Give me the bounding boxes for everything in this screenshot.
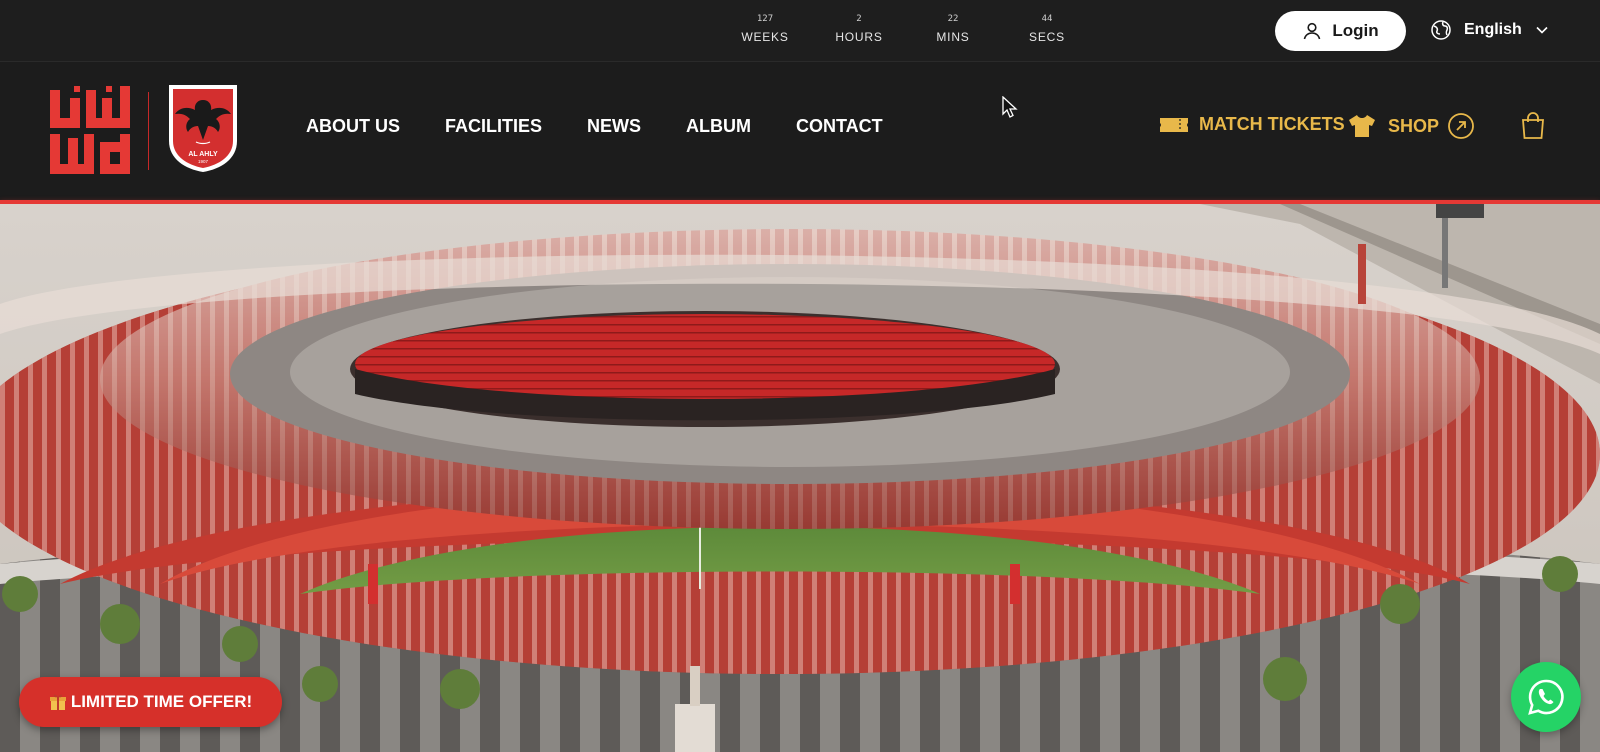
countdown-hours-value: 2 <box>856 14 862 24</box>
nav-item-news[interactable]: NEWS <box>587 116 641 137</box>
stadium-render <box>0 204 1600 752</box>
countdown-secs-label: SECS <box>1029 30 1065 44</box>
match-tickets-label: MATCH TICKETS <box>1199 114 1345 134</box>
login-label: Login <box>1332 21 1379 40</box>
arabic-wordmark-logo[interactable] <box>48 84 132 176</box>
whatsapp-icon <box>1528 679 1564 715</box>
main-nav: ABOUT US FACILITIES NEWS ALBUM CONTACT <box>306 116 928 137</box>
shopping-bag-button[interactable] <box>1520 112 1546 145</box>
shopping-bag-icon <box>1522 112 1544 139</box>
crest-text: AL AHLY <box>188 151 218 158</box>
countdown-hours: 2 HOURS <box>814 14 904 44</box>
user-icon <box>1304 22 1321 40</box>
countdown-weeks: 127 WEEKS <box>720 14 810 44</box>
top-bar: 127 WEEKS 2 HOURS 22 MINS 44 SECS Login … <box>0 0 1600 62</box>
limited-time-offer-button[interactable]: LIMITED TIME OFFER! <box>19 677 282 727</box>
countdown-secs-value: 44 <box>1041 14 1053 24</box>
shop-link[interactable]: SHOP <box>1348 112 1475 140</box>
external-arrow-icon <box>1448 113 1474 139</box>
hero-stadium-image <box>0 204 1600 752</box>
whatsapp-chat-button[interactable] <box>1511 662 1581 732</box>
ticket-icon <box>1160 117 1188 132</box>
chevron-down-icon <box>1536 26 1548 34</box>
limited-time-offer-label: LIMITED TIME OFFER! <box>70 692 253 711</box>
countdown-mins-value: 22 <box>947 14 959 24</box>
nav-item-about-us[interactable]: ABOUT US <box>306 116 400 137</box>
globe-icon <box>1431 20 1451 40</box>
countdown-mins-label: MINS <box>936 30 970 44</box>
nav-item-facilities[interactable]: FACILITIES <box>445 116 542 137</box>
gift-icon <box>49 694 66 710</box>
logo-divider <box>148 92 149 170</box>
login-button[interactable]: Login <box>1275 11 1406 51</box>
countdown-timer: 127 WEEKS 2 HOURS 22 MINS 44 SECS <box>720 14 1096 44</box>
countdown-weeks-label: WEEKS <box>741 30 789 44</box>
shop-label: SHOP <box>1388 115 1440 136</box>
nav-item-contact[interactable]: CONTACT <box>796 116 883 137</box>
countdown-secs: 44 SECS <box>1002 14 1092 44</box>
al-ahly-crest-logo[interactable]: AL AHLY 1907 <box>166 82 240 174</box>
countdown-weeks-value: 127 <box>756 14 774 24</box>
mouse-cursor <box>1002 96 1018 118</box>
main-header: AL AHLY 1907 ABOUT US FACILITIES NEWS AL… <box>0 62 1600 204</box>
countdown-hours-label: HOURS <box>835 30 883 44</box>
match-tickets-link[interactable]: MATCH TICKETS <box>1159 114 1345 135</box>
language-label: English <box>1464 21 1522 38</box>
language-selector[interactable]: English <box>1430 19 1548 41</box>
nav-item-album[interactable]: ALBUM <box>686 116 751 137</box>
countdown-mins: 22 MINS <box>908 14 998 44</box>
crest-year: 1907 <box>198 159 209 164</box>
shirt-icon <box>1349 115 1375 137</box>
